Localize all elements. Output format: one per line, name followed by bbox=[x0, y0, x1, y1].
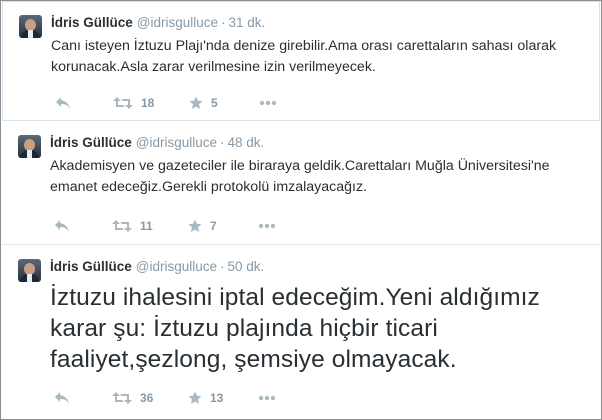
tweet[interactable]: İdris Güllüce @idrisgulluce · 31 dk. Canı i… bbox=[2, 1, 600, 121]
favorite-button[interactable]: 13 bbox=[188, 389, 223, 407]
favorite-count: 5 bbox=[211, 96, 218, 110]
star-icon bbox=[189, 96, 203, 109]
retweet-button[interactable]: 11 bbox=[112, 217, 153, 235]
avatar[interactable] bbox=[19, 15, 42, 38]
tweet-text: Canı isteyen İztuzu Plajı'nda denize gir… bbox=[51, 38, 557, 75]
more-button[interactable] bbox=[259, 94, 277, 112]
avatar[interactable] bbox=[18, 259, 41, 282]
more-button[interactable] bbox=[258, 389, 276, 407]
favorite-button[interactable]: 5 bbox=[189, 94, 218, 112]
more-dots-icon bbox=[258, 395, 276, 401]
reply-icon bbox=[55, 220, 69, 232]
tweet-text: Akademisyen ve gazeteciler ile biraraya … bbox=[50, 158, 550, 195]
reply-button[interactable] bbox=[54, 217, 70, 235]
star-icon bbox=[188, 219, 202, 232]
retweet-button[interactable]: 18 bbox=[113, 94, 154, 112]
timestamp[interactable]: 48 dk. bbox=[228, 135, 265, 150]
display-name[interactable]: İdris Güllüce bbox=[51, 15, 133, 30]
avatar-collar bbox=[27, 274, 32, 282]
tweet-timeline: İdris Güllüce @idrisgulluce · 31 dk. Canı i… bbox=[0, 0, 602, 420]
favorite-count: 13 bbox=[210, 391, 224, 405]
favorite-count: 7 bbox=[210, 219, 217, 233]
display-name[interactable]: İdris Güllüce bbox=[50, 135, 132, 150]
tweet[interactable]: İdris Güllüce @idrisgulluce · 48 dk. Akadem… bbox=[2, 122, 600, 245]
avatar[interactable] bbox=[18, 135, 41, 158]
retweet-icon bbox=[112, 392, 132, 404]
more-dots-icon bbox=[259, 100, 277, 106]
reply-button[interactable] bbox=[54, 389, 70, 407]
more-dots-icon bbox=[258, 223, 276, 229]
retweet-count: 36 bbox=[140, 391, 154, 405]
tweet-header: İdris Güllüce @idrisgulluce · 48 dk. bbox=[50, 134, 264, 152]
tweet[interactable]: İdris Güllüce @idrisgulluce · 50 dk. İztuzu… bbox=[2, 246, 600, 419]
username[interactable]: @idrisgulluce bbox=[137, 15, 218, 30]
favorite-button[interactable]: 7 bbox=[188, 217, 217, 235]
retweet-button[interactable]: 36 bbox=[112, 389, 153, 407]
avatar-collar bbox=[28, 30, 33, 38]
retweet-icon bbox=[112, 220, 132, 232]
reply-icon bbox=[56, 97, 70, 109]
reply-button[interactable] bbox=[55, 94, 71, 112]
tweet-header: İdris Güllüce @idrisgulluce · 31 dk. bbox=[51, 14, 265, 32]
reply-icon bbox=[55, 392, 69, 404]
display-name[interactable]: İdris Güllüce bbox=[50, 259, 132, 274]
tweet-text: İztuzu ihalesini iptal edeceğim.Yeni ald… bbox=[50, 284, 540, 373]
username[interactable]: @idrisgulluce bbox=[136, 259, 217, 274]
timestamp[interactable]: 31 dk. bbox=[229, 15, 266, 30]
timestamp[interactable]: 50 dk. bbox=[228, 259, 265, 274]
star-icon bbox=[188, 391, 202, 404]
more-button[interactable] bbox=[258, 217, 276, 235]
retweet-icon bbox=[113, 97, 133, 109]
avatar-collar bbox=[27, 150, 32, 158]
separator: · bbox=[220, 259, 225, 274]
separator: · bbox=[221, 15, 226, 30]
retweet-count: 11 bbox=[140, 219, 153, 233]
retweet-count: 18 bbox=[141, 96, 155, 110]
tweet-header: İdris Güllüce @idrisgulluce · 50 dk. bbox=[50, 258, 264, 276]
separator: · bbox=[220, 135, 225, 150]
username[interactable]: @idrisgulluce bbox=[136, 135, 217, 150]
